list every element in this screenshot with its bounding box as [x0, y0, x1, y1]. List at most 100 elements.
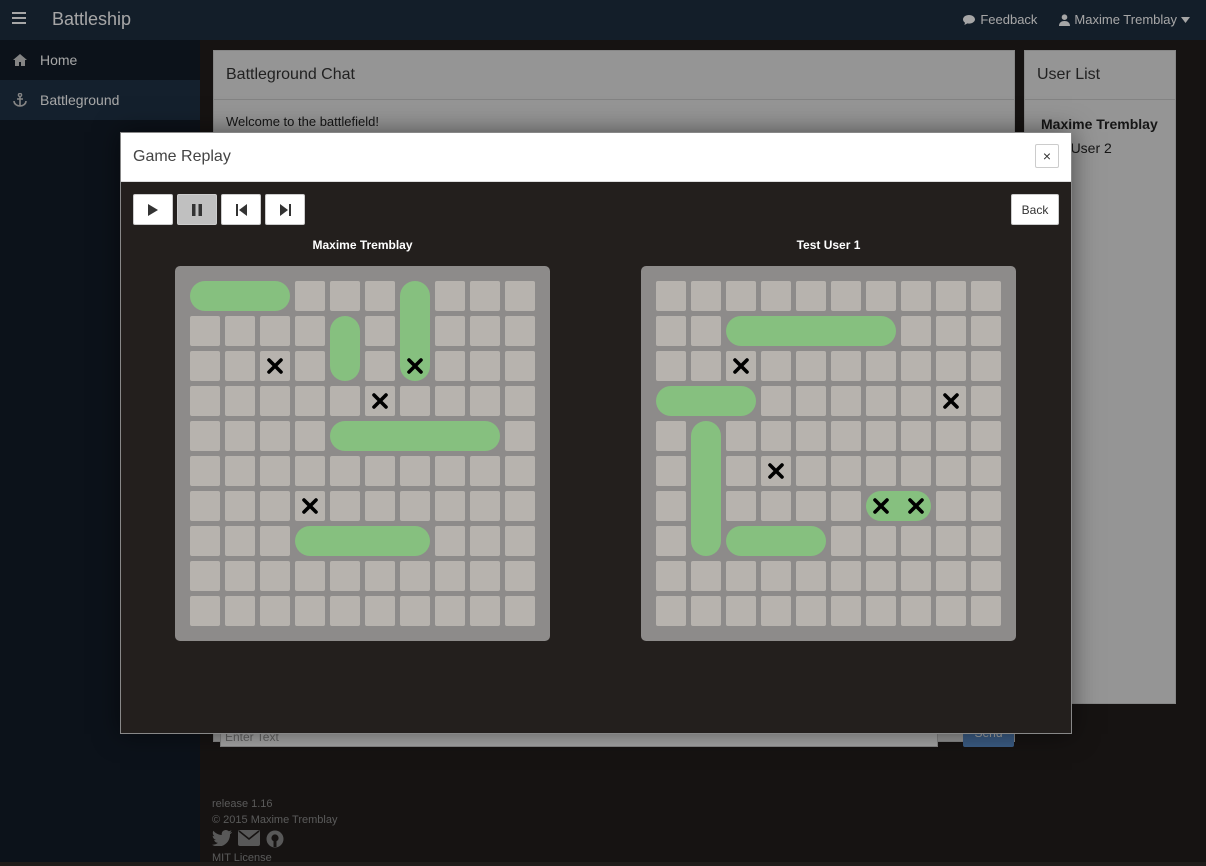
board-cell: [260, 386, 290, 416]
board-cell: [505, 386, 535, 416]
ship-cell: [330, 421, 365, 451]
board-cell: [295, 281, 325, 311]
ship-cell: [901, 491, 931, 521]
board-cell: [470, 491, 500, 521]
board-cell: [831, 561, 861, 591]
board-cell: [901, 351, 931, 381]
board-cell: [971, 386, 1001, 416]
board-cell: [505, 351, 535, 381]
board-cell: [190, 561, 220, 591]
board-cell: [435, 596, 465, 626]
pause-button[interactable]: [177, 194, 217, 225]
board-cell: [505, 281, 535, 311]
ship-cell: [691, 526, 721, 556]
board-cell: [330, 491, 360, 521]
board-cell: [936, 526, 966, 556]
board-cell: [260, 351, 290, 381]
board-cell: [295, 596, 325, 626]
board-cell: [400, 561, 430, 591]
board-cell: [866, 386, 896, 416]
board-cell: [796, 561, 826, 591]
board-cell: [831, 386, 861, 416]
board-cell: [225, 386, 255, 416]
board-cell: [330, 386, 360, 416]
ship-cell: [726, 386, 756, 416]
board-cell: [225, 491, 255, 521]
board-cell: [435, 351, 465, 381]
board-cell: [505, 526, 535, 556]
board-cell: [796, 386, 826, 416]
skip-forward-icon: [279, 203, 291, 216]
board-cell: [936, 281, 966, 311]
board-cell: [505, 491, 535, 521]
board-cell: [295, 351, 325, 381]
board-cell: [971, 456, 1001, 486]
board-cell: [295, 456, 325, 486]
board-cell: [190, 421, 220, 451]
pause-icon: [192, 203, 202, 216]
board-cell: [260, 526, 290, 556]
ship-cell: [831, 316, 866, 346]
board-cell: [901, 596, 931, 626]
board-cell: [656, 491, 686, 521]
board-cell: [225, 526, 255, 556]
board-cell: [295, 561, 325, 591]
board-cell: [435, 491, 465, 521]
board-cell: [831, 596, 861, 626]
hit-x-icon: [768, 463, 784, 479]
board-cell: [505, 316, 535, 346]
board-cell: [691, 351, 721, 381]
board-cell: [796, 351, 826, 381]
step-forward-button[interactable]: [265, 194, 305, 225]
board-cell: [831, 351, 861, 381]
board-cell: [225, 596, 255, 626]
board-cell: [726, 456, 756, 486]
board-cell: [761, 491, 791, 521]
board-cell: [330, 456, 360, 486]
hit-x-icon: [943, 393, 959, 409]
board-cell: [435, 456, 465, 486]
board-cell: [936, 316, 966, 346]
board-cell: [936, 421, 966, 451]
board-cell: [971, 316, 1001, 346]
game-board-left: [175, 266, 550, 641]
step-back-button[interactable]: [221, 194, 261, 225]
board-cell: [656, 281, 686, 311]
board-cell: [901, 421, 931, 451]
board-cell: [225, 561, 255, 591]
ship-cell: [691, 421, 721, 456]
board-cell: [761, 386, 791, 416]
board-cell: [761, 456, 791, 486]
ship-cell: [365, 526, 400, 556]
board-cell: [936, 456, 966, 486]
board-cell: [470, 456, 500, 486]
ship-cell: [866, 316, 896, 346]
board-cell: [260, 316, 290, 346]
ship-cell: [365, 421, 400, 451]
board-cell: [470, 561, 500, 591]
board-cell: [365, 281, 395, 311]
close-button[interactable]: ×: [1035, 144, 1059, 168]
board-cell: [365, 351, 395, 381]
board-cell: [295, 316, 325, 346]
board-cell: [796, 596, 826, 626]
modal-title: Game Replay: [133, 148, 231, 165]
board-cell: [936, 386, 966, 416]
board-cell: [435, 386, 465, 416]
board-cell: [365, 491, 395, 521]
ship-cell: [435, 421, 470, 451]
play-button[interactable]: [133, 194, 173, 225]
hit-x-icon: [873, 498, 889, 514]
board-cell: [726, 491, 756, 521]
ship-cell: [260, 281, 290, 311]
board-cell: [295, 386, 325, 416]
board-cell: [190, 491, 220, 521]
board-cell: [656, 421, 686, 451]
board-cell: [260, 421, 290, 451]
ship-cell: [330, 526, 365, 556]
back-button[interactable]: Back: [1011, 194, 1059, 225]
board-cell: [796, 456, 826, 486]
ship-cell: [691, 386, 726, 416]
replay-area: Back Maxime Tremblay Test User 1: [121, 182, 1071, 733]
board-cell: [936, 491, 966, 521]
